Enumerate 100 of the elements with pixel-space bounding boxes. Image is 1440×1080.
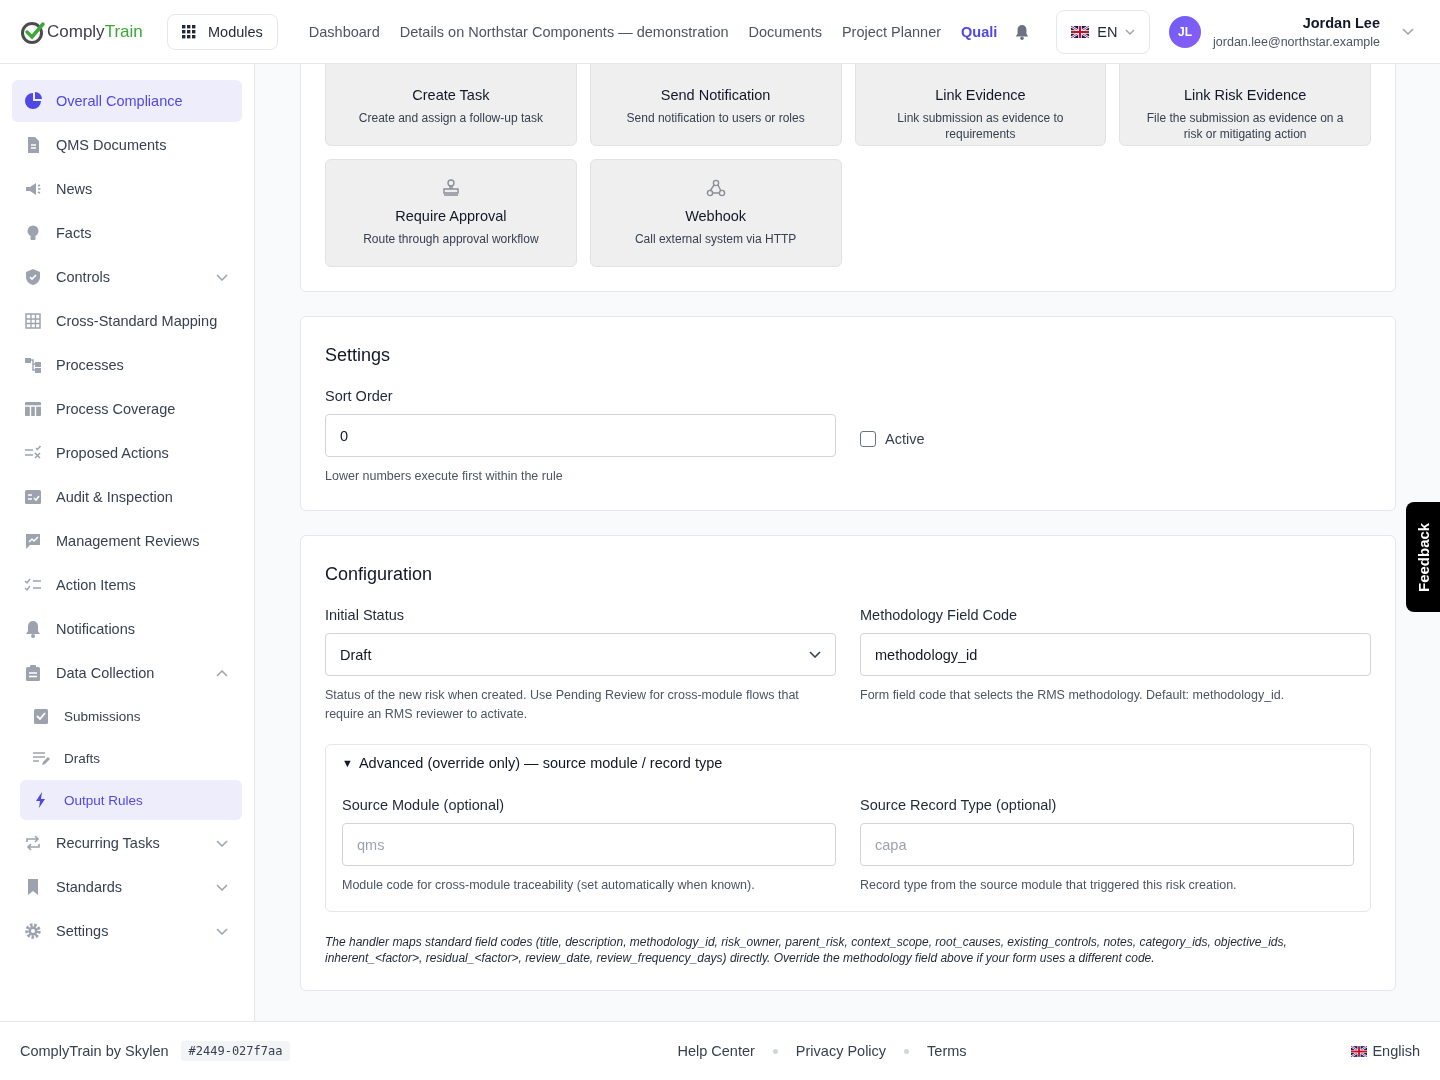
bell-icon[interactable] [1014, 22, 1031, 41]
field-hint: Module code for cross-module traceability (set automatically when known). [342, 877, 756, 894]
select-field[interactable]: Draft [325, 633, 836, 676]
sidebar-item[interactable]: Overall Compliance [12, 80, 242, 122]
card-title: Create Task [412, 87, 490, 103]
input-field[interactable]: qms [342, 823, 836, 866]
grid-icon [182, 24, 196, 39]
clipboard-check-icon [32, 707, 50, 725]
card-description: Link submission as evidence to requirements [896, 110, 1065, 142]
nav-link[interactable]: Quali [961, 23, 998, 40]
footer-brand: ComplyTrain by Skylen [20, 1043, 169, 1059]
card-description: Create and assign a follow-up task [358, 110, 543, 126]
sidebar-subitem[interactable]: Output Rules [20, 780, 242, 820]
card-title: Link Risk Evidence [1183, 87, 1307, 103]
footer-link[interactable]: Help Center [677, 1043, 755, 1059]
nav-link[interactable]: Project Planner [841, 23, 942, 40]
separator-dot [904, 1048, 910, 1054]
nav-link[interactable]: Details on Northstar Components — demonstration [399, 23, 729, 40]
uk-flag-icon [1351, 1045, 1368, 1057]
footer-link[interactable]: Terms [927, 1043, 967, 1059]
card-description: File the submission as evidence on a risk or mitigating action [1145, 110, 1345, 142]
chevron-down-icon[interactable] [1402, 28, 1414, 35]
sidebar-item[interactable]: Recurring Tasks [12, 822, 242, 864]
action-type-card[interactable]: Link Risk Evidence File the submission as evidence on a risk or mitigating action [1119, 64, 1371, 146]
checklist-card-icon [24, 488, 42, 506]
field-hint: Status of the new risk when created. Use Pending Review for cross-module flows that require an RMS reviewer to activate. [325, 687, 800, 723]
sidebar-item[interactable]: Facts [12, 212, 242, 254]
uk-flag-icon [1071, 25, 1090, 38]
table-icon [24, 400, 42, 418]
footer-link[interactable]: Privacy Policy [795, 1043, 887, 1059]
edit-lines-icon [32, 749, 50, 767]
card-title: Webhook [685, 208, 747, 224]
feedback-tab[interactable]: Feedback [1406, 502, 1440, 612]
input-field[interactable]: methodology_id [860, 633, 1371, 676]
card-description: Send notification to users or roles [626, 110, 805, 126]
checkbox-label: Active [885, 431, 925, 447]
checkbox[interactable] [860, 431, 876, 447]
input-field[interactable]: 0 [325, 414, 836, 457]
sidebar-item[interactable]: Controls [12, 256, 242, 298]
sidebar-item[interactable]: Proposed Actions [12, 432, 242, 474]
field-hint: Lower numbers execute first within the rule [325, 468, 564, 485]
sidebar-item[interactable]: Process Coverage [12, 388, 242, 430]
brand-logo-text: ComplyTrain [47, 21, 143, 42]
user-email: jordan.lee@northstar.example [1213, 34, 1380, 49]
field-hint: Record type from the source module that triggered this risk creation. [860, 877, 1238, 894]
sidebar-item[interactable]: Notifications [12, 608, 242, 650]
sidebar-item[interactable]: News [12, 168, 242, 210]
chevron-down-icon [1125, 28, 1136, 35]
action-type-card[interactable]: Webhook Call external system via HTTP [589, 159, 842, 267]
clipboard-icon [24, 664, 42, 682]
repeat-icon [24, 834, 42, 852]
input-field[interactable]: capa [860, 823, 1354, 866]
sidebar-subitem[interactable]: Submissions [20, 696, 242, 736]
sidebar-item[interactable]: Action Items [12, 564, 242, 606]
sidebar-item[interactable]: QMS Documents [12, 124, 242, 166]
action-type-card[interactable]: Send Notification Send notification to users or roles [589, 64, 842, 146]
megaphone-icon [24, 180, 42, 198]
field-label: Source Record Type (optional) [860, 797, 1058, 813]
sidebar-item[interactable]: Audit & Inspection [12, 476, 242, 518]
chevron-down-icon [809, 651, 821, 658]
disclosure-toggle[interactable]: ▼ [342, 757, 353, 769]
sidebar-item[interactable]: Processes [12, 344, 242, 386]
flowchart-icon [24, 356, 42, 374]
gear-icon [24, 922, 42, 940]
field-label: Sort Order [325, 388, 394, 404]
card-title: Send Notification [660, 87, 771, 103]
build-code: #2449-027f7aa [180, 1041, 291, 1061]
card-description: Call external system via HTTP [634, 231, 797, 247]
user-name: Jordan Lee [1302, 14, 1380, 31]
section-title: Settings [325, 345, 392, 366]
sidebar-item[interactable]: Data Collection [12, 652, 242, 694]
sidebar-item[interactable]: Cross-Standard Mapping [12, 300, 242, 342]
card-title: Link Evidence [935, 87, 1026, 103]
help-note: The handler maps standard field codes (title, description, methodology_id, risk_owner, parent_risk, context_scope, root_causes, existing_controls, notes, category_ids, objective_ids, inherent_<factor>, residual_<factor>, review_date, review_frequency_days) directly. Override the methodology field above if your form uses a different code. [325, 934, 1288, 966]
field-label: Initial Status [325, 607, 405, 623]
grid-icon [24, 312, 42, 330]
modules-button[interactable]: Modules [167, 13, 278, 50]
user-avatar[interactable]: JL [1169, 15, 1202, 48]
sidebar-item[interactable]: Management Reviews [12, 520, 242, 562]
action-type-card[interactable]: Create Task Create and assign a follow-up task [325, 64, 577, 146]
sidebar-item[interactable]: Settings [12, 910, 242, 952]
nav-link[interactable]: Documents [748, 23, 822, 40]
section-title: Configuration [325, 564, 434, 585]
language-link[interactable]: English [1351, 1043, 1420, 1059]
shield-icon [24, 268, 42, 286]
advanced-title[interactable]: Advanced (override only) — source module / record type [358, 755, 723, 771]
card-title: Require Approval [395, 208, 507, 224]
field-hint: Form field code that selects the RMS methodology. Default: methodology_id. [860, 687, 1286, 704]
bell-icon [24, 620, 42, 638]
card-description: Route through approval workflow [363, 231, 539, 247]
pie-chart-icon [24, 92, 42, 110]
field-label: Source Module (optional) [342, 797, 505, 813]
language-selector[interactable]: EN [1056, 9, 1151, 54]
sidebar-subitem[interactable]: Drafts [20, 738, 242, 778]
action-type-card[interactable]: Require Approval Route through approval workflow [325, 159, 577, 267]
field-label: Methodology Field Code [860, 607, 1019, 623]
sidebar-item[interactable]: Standards [12, 866, 242, 908]
separator-dot [772, 1048, 778, 1054]
nav-link[interactable]: Dashboard [308, 23, 380, 40]
action-type-card[interactable]: Link Evidence Link submission as evidence to requirements [854, 64, 1107, 146]
